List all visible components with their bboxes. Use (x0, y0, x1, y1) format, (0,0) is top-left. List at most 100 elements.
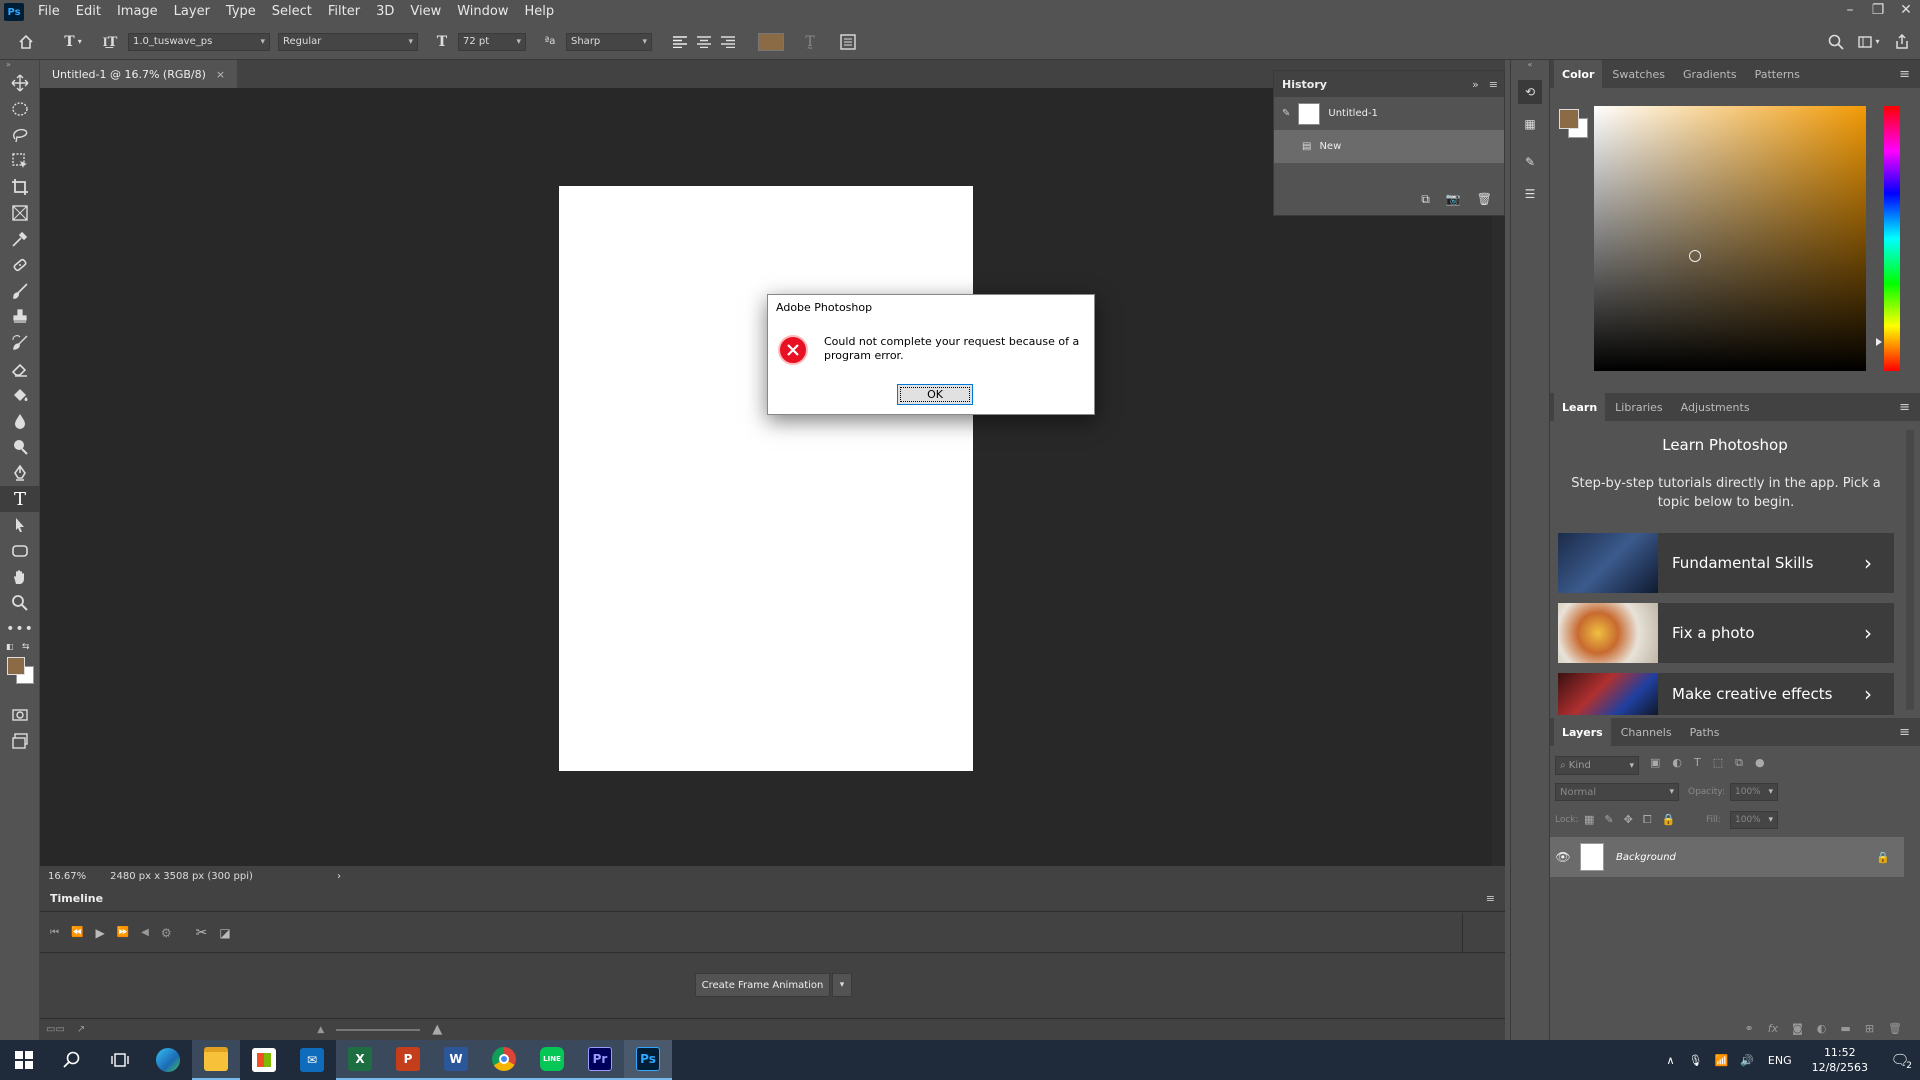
learn-card-fix-a-photo[interactable]: Fix a photo › (1558, 603, 1894, 663)
warp-text-icon[interactable]: T̰ (798, 30, 822, 54)
restore-icon[interactable]: ❐ (1864, 0, 1892, 20)
menu-view[interactable]: View (402, 0, 449, 24)
layer-row-background[interactable]: 👁 Background 🔒 (1550, 837, 1904, 877)
color-panel-menu-icon[interactable]: ≡ (1899, 67, 1910, 82)
edge-icon[interactable] (144, 1040, 192, 1080)
audio-icon[interactable]: ◀ (141, 927, 149, 938)
adjustments-icon[interactable]: ☰ (1518, 182, 1542, 206)
visibility-eye-icon[interactable]: 👁 (1550, 850, 1576, 864)
workspace-switcher-icon[interactable]: ▾ (1852, 30, 1886, 54)
previous-frame-icon[interactable]: ⏪ (71, 927, 83, 938)
tab-gradients[interactable]: Gradients (1675, 60, 1745, 88)
collapse-dock-icon[interactable]: « (1511, 60, 1549, 72)
rectangle-tool-icon[interactable] (0, 538, 40, 564)
split-icon[interactable]: ✂ (196, 925, 208, 941)
frame-mode-icon[interactable]: ▭▭ (46, 1024, 65, 1035)
hue-slider[interactable] (1884, 106, 1900, 371)
history-menu-icon[interactable]: ≡ (1489, 78, 1498, 91)
clock[interactable]: 11:52 12/8/2563 (1812, 1045, 1868, 1075)
store-icon[interactable] (240, 1040, 288, 1080)
tab-learn[interactable]: Learn (1554, 393, 1606, 421)
type-filter-icon[interactable]: T (1694, 756, 1701, 770)
word-icon[interactable]: W (432, 1040, 480, 1080)
lock-position-icon[interactable]: ✥ (1624, 811, 1633, 829)
expand-panel-icon[interactable]: » (1472, 78, 1479, 91)
link-layers-icon[interactable]: ⚭ (1745, 1022, 1754, 1035)
frame-tool-icon[interactable] (0, 200, 40, 226)
lock-transparent-pixels-icon[interactable]: ▦ (1584, 811, 1594, 829)
new-layer-icon[interactable]: ⊞ (1865, 1022, 1874, 1035)
antialias-select[interactable]: Sharp ▾ (566, 32, 652, 51)
menu-window[interactable]: Window (449, 0, 516, 24)
zoom-in-icon[interactable]: ▲ (432, 1022, 442, 1037)
language-indicator[interactable]: ENG (1768, 1054, 1792, 1067)
show-hidden-icons-icon[interactable]: ∧ (1666, 1054, 1674, 1067)
clone-stamp-tool-icon[interactable] (0, 304, 40, 330)
lock-all-icon[interactable]: 🔒 (1662, 811, 1676, 829)
toggle-text-orientation-icon[interactable]: I͟T (98, 30, 122, 54)
new-document-from-state-icon[interactable]: ⧉ (1421, 192, 1430, 207)
settings-icon[interactable]: ⚙ (161, 926, 172, 940)
type-tool-icon[interactable]: T (0, 486, 40, 512)
blend-mode-select[interactable]: Normal ▾ (1555, 783, 1679, 801)
learn-scrollbar[interactable] (1906, 430, 1914, 710)
dodge-tool-icon[interactable] (0, 434, 40, 460)
move-tool-icon[interactable] (0, 70, 40, 96)
collapse-tools-icon[interactable]: » (0, 60, 39, 70)
new-group-icon[interactable]: ▬ (1840, 1022, 1850, 1035)
file-explorer-icon[interactable] (192, 1040, 240, 1080)
search-icon[interactable] (1824, 30, 1848, 54)
chrome-icon[interactable] (480, 1040, 528, 1080)
color-picker-field[interactable] (1594, 106, 1866, 371)
learn-card-make-creative-effects[interactable]: Make creative effects › (1558, 673, 1894, 715)
zoom-out-icon[interactable]: ▲ (317, 1025, 324, 1035)
camera-icon[interactable]: 📷 (1446, 192, 1461, 207)
powerpoint-icon[interactable]: P (384, 1040, 432, 1080)
next-frame-icon[interactable]: ⏩ (117, 927, 129, 938)
document-canvas[interactable] (559, 186, 973, 771)
align-left-icon[interactable] (668, 30, 692, 54)
menu-3d[interactable]: 3D (368, 0, 402, 24)
fill-field[interactable]: 100% ▾ (1730, 811, 1778, 829)
chevron-down-icon[interactable]: ▾ (832, 973, 852, 997)
tab-layers[interactable]: Layers (1554, 718, 1611, 746)
menu-filter[interactable]: Filter (320, 0, 368, 24)
adjustment-filter-icon[interactable]: ◐ (1672, 756, 1682, 770)
tab-swatches[interactable]: Swatches (1604, 60, 1673, 88)
transition-icon[interactable]: ◪ (219, 926, 230, 940)
path-selection-tool-icon[interactable] (0, 512, 40, 538)
more-tools-icon[interactable]: ••• (0, 616, 40, 642)
paint-bucket-tool-icon[interactable] (0, 382, 40, 408)
lock-image-pixels-icon[interactable]: ✎ (1604, 811, 1613, 829)
pen-tool-icon[interactable] (0, 460, 40, 486)
screen-mode-icon[interactable] (0, 728, 40, 754)
microphone-icon[interactable]: 🎙 (1689, 1054, 1703, 1067)
hue-slider-handle[interactable] (1876, 338, 1882, 346)
hand-tool-icon[interactable] (0, 564, 40, 590)
type-tool-preset-icon[interactable]: T ▾ (56, 30, 90, 54)
new-adjustment-layer-icon[interactable]: ◐ (1817, 1022, 1827, 1035)
ok-button[interactable]: OK (897, 384, 973, 405)
font-family-select[interactable]: 1.0_tuswave_ps ▾ (128, 32, 270, 51)
blur-tool-icon[interactable] (0, 408, 40, 434)
premiere-icon[interactable]: Pr (576, 1040, 624, 1080)
delete-layer-icon[interactable]: 🗑 (1888, 1022, 1902, 1035)
healing-brush-tool-icon[interactable] (0, 252, 40, 278)
align-center-icon[interactable] (692, 30, 716, 54)
render-icon[interactable]: ↗ (77, 1024, 85, 1035)
layer-name[interactable]: Background (1616, 852, 1676, 863)
color-picker-cursor[interactable] (1689, 250, 1701, 262)
zoom-level[interactable]: 16.67% (48, 871, 86, 882)
layer-kind-filter[interactable]: ⌕ Kind ▾ (1555, 756, 1639, 775)
go-to-first-frame-icon[interactable]: ⏮ (50, 927, 59, 938)
color-panel-foreground-swatch[interactable] (1559, 109, 1579, 129)
layer-style-icon[interactable]: fx (1768, 1022, 1778, 1035)
tab-channels[interactable]: Channels (1613, 718, 1680, 746)
mail-icon[interactable]: ✉ (288, 1040, 336, 1080)
menu-layer[interactable]: Layer (166, 0, 218, 24)
brush-settings-icon[interactable]: ✎ (1518, 150, 1542, 174)
tab-libraries[interactable]: Libraries (1607, 393, 1671, 421)
tab-paths[interactable]: Paths (1682, 718, 1728, 746)
character-panel-icon[interactable] (836, 30, 860, 54)
history-state-row[interactable]: ▤ New (1274, 130, 1504, 163)
